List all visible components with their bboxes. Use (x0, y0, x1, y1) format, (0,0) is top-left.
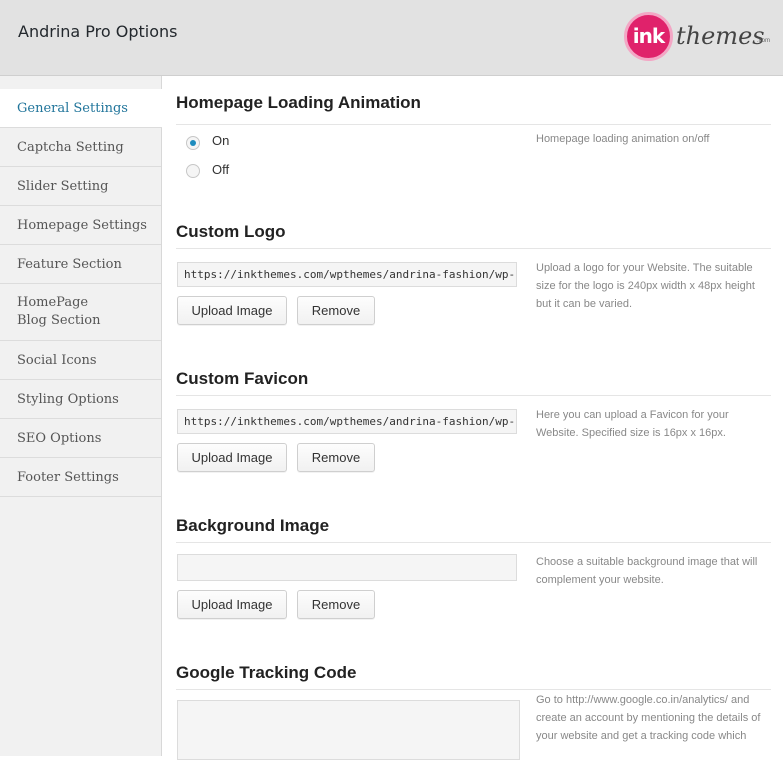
header: Andrina Pro Options ink themes .com (0, 0, 783, 76)
logo-remove-button[interactable]: Remove (297, 296, 375, 325)
favicon-url-input[interactable]: https://inkthemes.com/wpthemes/andrina-f… (177, 409, 517, 434)
sidebar-item-footer-settings[interactable]: Footer Settings (0, 458, 161, 497)
sidebar-item-captcha-setting[interactable]: Captcha Setting (0, 128, 161, 167)
main-content: Homepage Loading Animation On Off Homepa… (162, 76, 783, 760)
tracking-code-textarea[interactable] (177, 700, 520, 760)
sidebar-item-general-settings[interactable]: General Settings (0, 89, 162, 128)
radio-animation-on[interactable] (186, 136, 200, 150)
sidebar-item-feature-section[interactable]: Feature Section (0, 245, 161, 284)
divider (176, 395, 771, 396)
sidebar-item-social-icons[interactable]: Social Icons (0, 341, 161, 380)
sidebar-item-homepage-blog-section[interactable]: HomePage Blog Section (0, 284, 120, 341)
background-url-input[interactable] (177, 554, 517, 581)
background-upload-button[interactable]: Upload Image (177, 590, 287, 619)
logo-upload-button[interactable]: Upload Image (177, 296, 287, 325)
divider (176, 689, 771, 690)
sidebar-item-seo-options[interactable]: SEO Options (0, 419, 161, 458)
section-title-animation: Homepage Loading Animation (176, 93, 421, 112)
animation-description: Homepage loading animation on/off (536, 133, 710, 145)
section-title-custom-logo: Custom Logo (176, 222, 286, 241)
sidebar-item-slider-setting[interactable]: Slider Setting (0, 167, 161, 206)
sidebar-item-homepage-settings[interactable]: Homepage Settings (0, 206, 161, 245)
section-title-google-tracking-code: Google Tracking Code (176, 663, 357, 682)
background-remove-button[interactable]: Remove (297, 590, 375, 619)
divider (176, 124, 771, 125)
section-title-background-image: Background Image (176, 516, 330, 535)
radio-label-off[interactable]: Off (212, 162, 229, 177)
radio-animation-off[interactable] (186, 164, 200, 178)
page-title: Andrina Pro Options (18, 22, 178, 41)
divider (176, 248, 771, 249)
inkthemes-logo[interactable]: ink themes .com (624, 12, 774, 62)
logo-suffix: .com (757, 38, 771, 44)
radio-label-on[interactable]: On (212, 133, 229, 148)
logo-url-input[interactable]: https://inkthemes.com/wpthemes/andrina-f… (177, 262, 517, 287)
favicon-remove-button[interactable]: Remove (297, 443, 375, 472)
logo-description: Upload a logo for your Website. The suit… (536, 262, 755, 310)
tracking-description: Go to http://www.google.co.in/analytics/… (536, 694, 761, 742)
divider (176, 542, 771, 543)
sidebar-item-styling-options[interactable]: Styling Options (0, 380, 161, 419)
favicon-description: Here you can upload a Favicon for your W… (536, 409, 729, 439)
sidebar: General Settings Captcha Setting Slider … (0, 76, 162, 756)
logo-mark: ink (624, 12, 673, 61)
section-title-custom-favicon: Custom Favicon (176, 369, 309, 388)
logo-wordmark: themes (676, 22, 765, 50)
background-description: Choose a suitable background image that … (536, 556, 758, 586)
favicon-upload-button[interactable]: Upload Image (177, 443, 287, 472)
